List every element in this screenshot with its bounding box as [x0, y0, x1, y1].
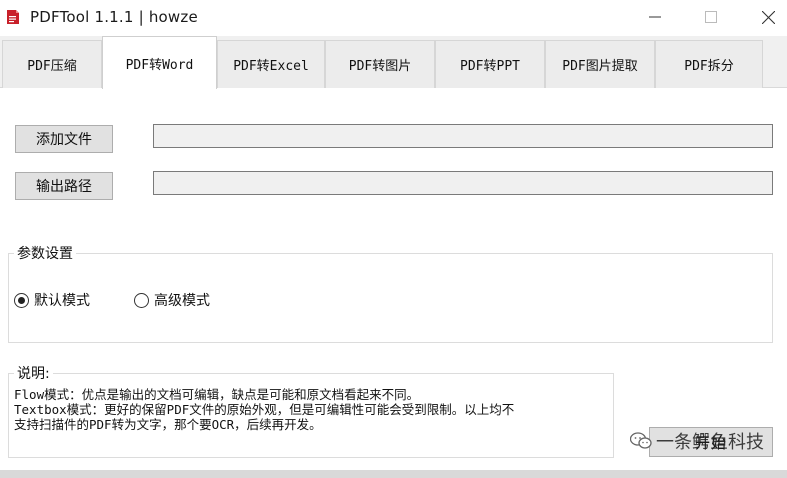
radio-checked-icon — [14, 292, 29, 308]
description-line-1: Flow模式：优点是输出的文档可编辑，缺点是可能和原文档看起来不同。 — [14, 387, 420, 402]
radio-advanced-mode[interactable]: 高级模式 — [134, 290, 210, 310]
tab-strip: PDF压缩 PDF转Word PDF转Excel PDF转图片 PDF转PPT … — [0, 36, 787, 89]
radio-default-mode-label: 默认模式 — [34, 293, 90, 309]
output-path-field[interactable] — [153, 171, 773, 195]
tab-pdf-image-extract[interactable]: PDF图片提取 — [545, 40, 655, 88]
radio-advanced-mode-label: 高级模式 — [154, 293, 210, 309]
window-title: PDFTool 1.1.1 | howze — [30, 8, 198, 26]
description-line-3: 支持扫描件的PDF转为文字，那个要OCR，后续再开发。 — [14, 417, 322, 432]
pdf-app-icon — [7, 10, 19, 24]
params-group — [8, 253, 773, 343]
tab-pdf-to-excel[interactable]: PDF转Excel — [217, 40, 325, 88]
tab-pdf-compress[interactable]: PDF压缩 — [2, 40, 102, 88]
close-icon — [761, 10, 775, 24]
description-group-title: 说明: — [14, 363, 53, 383]
maximize-button[interactable] — [688, 0, 734, 34]
radio-unchecked-icon — [134, 292, 149, 308]
tab-pdf-to-ppt[interactable]: PDF转PPT — [435, 40, 545, 88]
close-button[interactable] — [745, 0, 787, 34]
add-file-button[interactable]: 添加文件 — [15, 125, 113, 153]
radio-default-mode[interactable]: 默认模式 — [14, 290, 90, 310]
minimize-button[interactable] — [632, 0, 678, 34]
description-line-2: Textbox模式：更好的保留PDF文件的原始外观，但是可编辑性可能会受到限制。… — [14, 402, 515, 417]
tab-pdf-to-image[interactable]: PDF转图片 — [325, 40, 435, 88]
pdf-to-word-panel: 添加文件 输出路径 参数设置 默认模式 高级模式 说明: Flow模式：优点是输… — [0, 88, 787, 470]
file-path-field[interactable] — [153, 124, 773, 148]
params-group-title: 参数设置 — [14, 243, 76, 263]
tab-pdf-to-word[interactable]: PDF转Word — [102, 36, 217, 89]
maximize-icon — [705, 11, 717, 23]
start-button[interactable]: 开始 — [649, 427, 773, 457]
tab-pdf-split[interactable]: PDF拆分 — [655, 40, 763, 88]
window-bottom-edge — [0, 470, 787, 478]
output-path-button[interactable]: 输出路径 — [15, 172, 113, 200]
title-bar: PDFTool 1.1.1 | howze — [0, 0, 787, 36]
minimize-icon — [649, 16, 661, 18]
